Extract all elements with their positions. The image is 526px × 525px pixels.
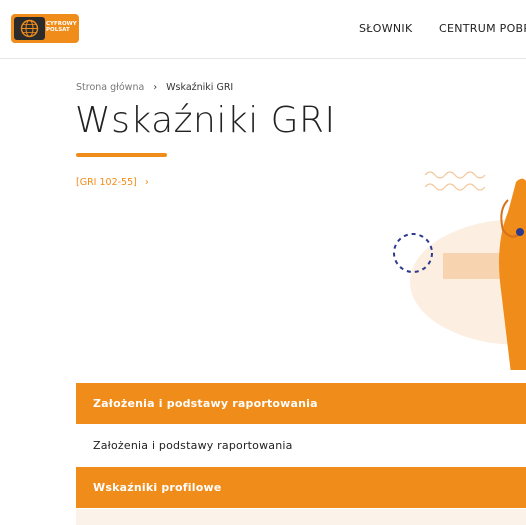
logo-globe-icon: [14, 17, 45, 40]
breadcrumb-current: Wskaźniki GRI: [166, 82, 234, 93]
accordion-item-zalozenia[interactable]: Założenia i podstawy raportowania: [76, 425, 526, 466]
accordion-header-wskazniki-profilowe[interactable]: Wskaźniki profilowe: [76, 467, 526, 508]
accordion-content-strip: [76, 509, 526, 525]
page-title: Wskaźniki GRI: [75, 100, 336, 141]
site-header: CYFROWY POLSAT SŁOWNIK CENTRUM POBR: [0, 0, 526, 59]
breadcrumb-chevron-icon: ›: [153, 82, 158, 93]
nav-slownik[interactable]: SŁOWNIK: [359, 22, 413, 35]
title-underline: [76, 153, 167, 157]
breadcrumb-home[interactable]: Strona główna: [76, 82, 144, 93]
breadcrumb: Strona główna › Wskaźniki GRI: [76, 82, 233, 93]
nav-centrum-pobran[interactable]: CENTRUM POBR: [439, 22, 526, 35]
gri-reference-link[interactable]: [GRI 102-55] ›: [76, 177, 149, 188]
logo-text: CYFROWY POLSAT: [46, 21, 77, 33]
logo-line-2: POLSAT: [46, 27, 70, 33]
gri-reference-label: [GRI 102-55]: [76, 177, 137, 188]
accordion-header-zalozenia[interactable]: Założenia i podstawy raportowania: [76, 383, 526, 424]
chevron-right-icon: ›: [144, 177, 149, 188]
hero-illustration: [380, 160, 526, 382]
cyfrowy-polsat-logo[interactable]: CYFROWY POLSAT: [11, 14, 79, 43]
